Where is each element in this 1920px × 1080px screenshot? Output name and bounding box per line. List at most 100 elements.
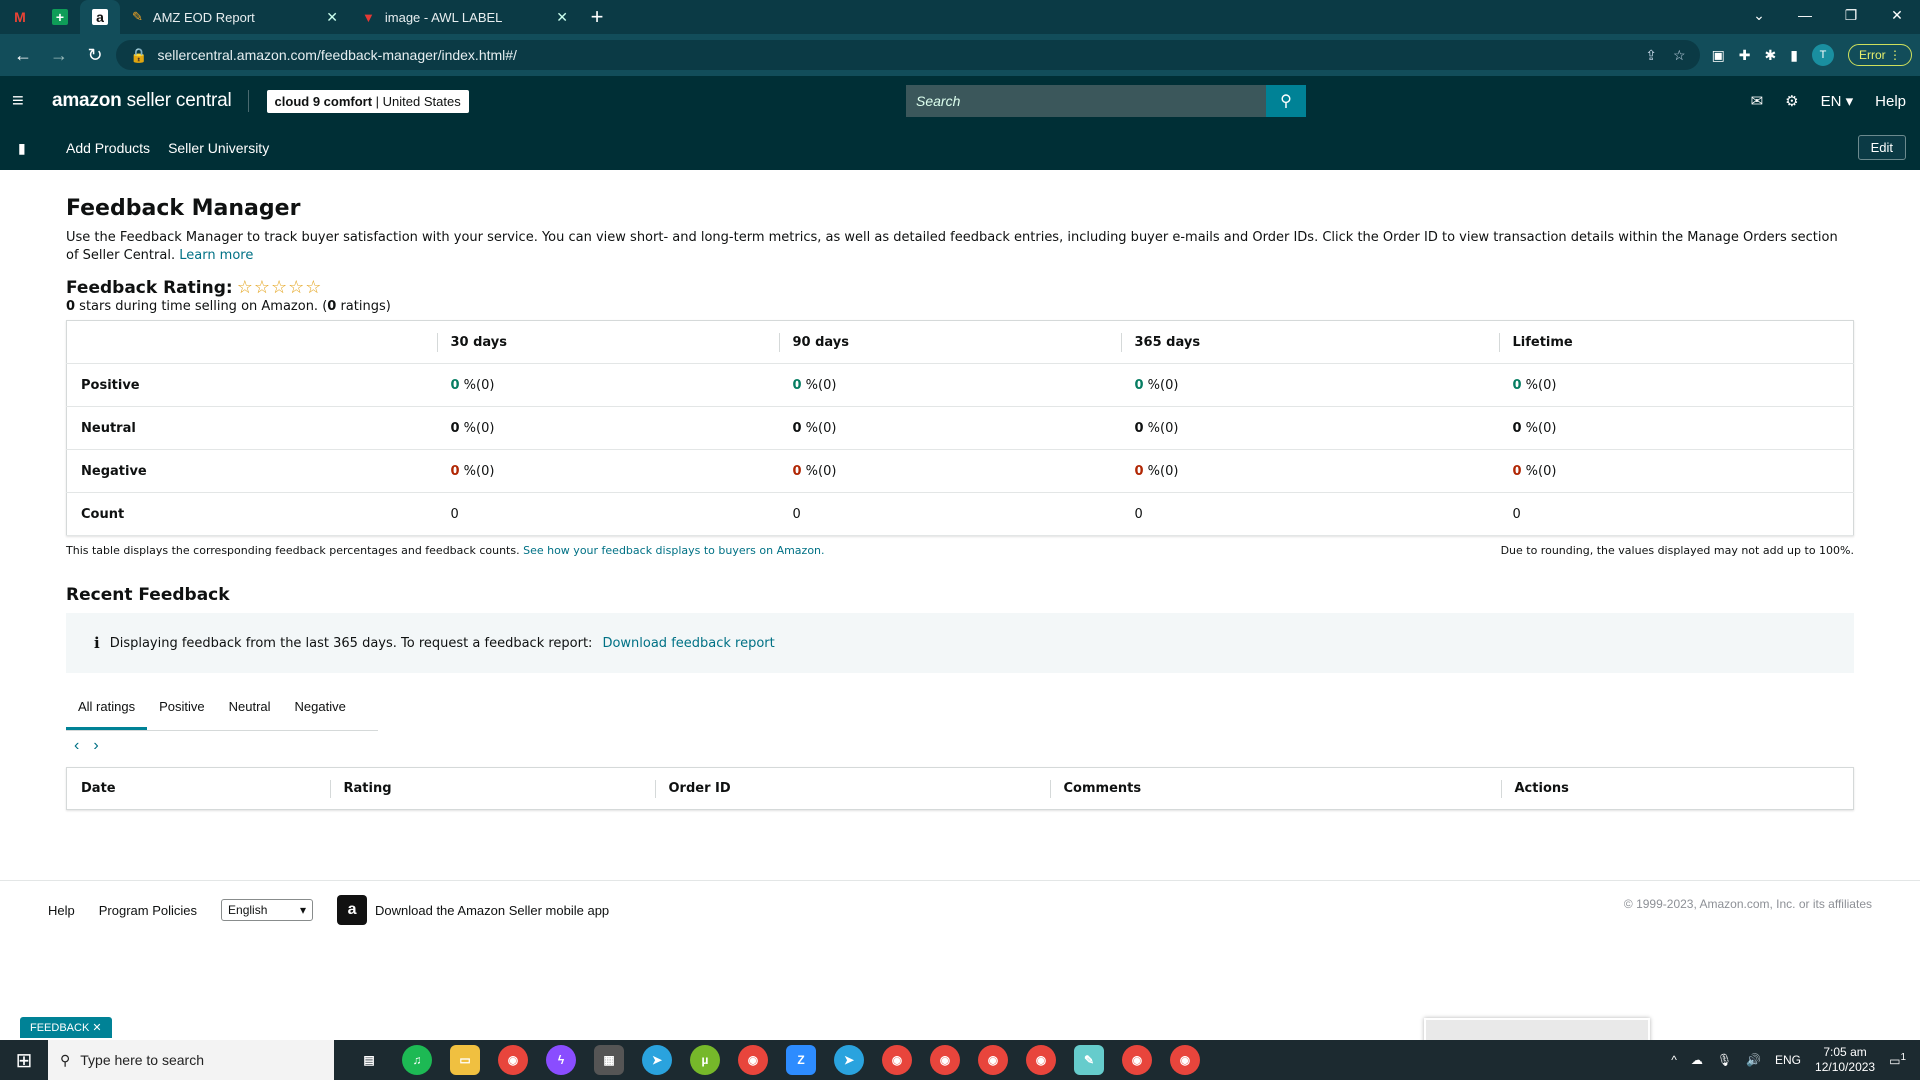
nav-seller-university[interactable]: Seller University [168, 140, 269, 156]
chevron-left-icon[interactable]: ‹ [74, 737, 79, 755]
amazon-pinned-tab[interactable]: a [80, 0, 120, 34]
count-text: %(0) [1143, 463, 1179, 479]
chrome-profile-h-icon[interactable]: ◉ [882, 1045, 912, 1075]
info-text: Displaying feedback from the last 365 da… [109, 635, 593, 651]
header-search: ⚲ [906, 85, 1306, 117]
nav-add-products[interactable]: Add Products [66, 140, 150, 156]
url-bar[interactable]: 🔒 sellercentral.amazon.com/feedback-mana… [116, 40, 1700, 70]
spotify-icon[interactable]: ♫ [402, 1045, 432, 1075]
amazon-app-icon: a [337, 895, 368, 925]
edit-bookmarks-button[interactable]: Edit [1857, 135, 1906, 160]
calculator-icon[interactable]: ▦ [594, 1045, 624, 1075]
tab-image-awl-label[interactable]: ▼ image - AWL LABEL ✕ [350, 0, 580, 34]
task-view-icon[interactable]: ▤ [354, 1045, 384, 1075]
close-icon[interactable]: ✕ [326, 9, 338, 26]
extension-off-icon[interactable]: ▣ [1712, 47, 1725, 64]
profile-avatar[interactable]: T [1811, 44, 1834, 66]
footer-language-select[interactable]: English ▾ [221, 899, 314, 921]
bookmark-star-icon[interactable]: ☆ [1673, 47, 1686, 64]
column-header: 30 days [436, 320, 779, 364]
zoom-icon[interactable]: Z [786, 1045, 816, 1075]
bookmark-icon[interactable]: ▮ [18, 140, 48, 157]
recent-feedback-title: Recent Feedback [66, 585, 230, 605]
reload-icon[interactable]: ↻ [80, 40, 110, 70]
extension-icon[interactable]: ✚ [1739, 47, 1751, 64]
amazon-icon: a [92, 9, 108, 25]
search-icon[interactable]: ⚲ [1266, 85, 1306, 117]
tab-neutral[interactable]: Neutral [217, 691, 283, 730]
gear-icon[interactable]: ⚙ [1785, 92, 1798, 110]
onedrive-icon[interactable]: ☁ [1691, 1053, 1703, 1067]
neutral-value: 0 [450, 420, 460, 436]
empty-header [66, 320, 437, 364]
footer-help-link[interactable]: Help [48, 903, 75, 918]
table-cell: 0 %(0) [778, 363, 1121, 407]
forward-icon[interactable]: → [44, 40, 74, 70]
tab-all-ratings[interactable]: All ratings [66, 691, 148, 730]
puzzle-icon[interactable]: ✱ [1765, 47, 1777, 64]
restore-icon[interactable]: ❐ [1828, 0, 1874, 30]
microphone-icon[interactable]: 🎙 [1717, 1053, 1732, 1067]
language-selector[interactable]: EN ▾ [1821, 92, 1854, 110]
chrome-icon[interactable]: ◉ [498, 1045, 528, 1075]
volume-icon[interactable]: 🔊 [1746, 1053, 1761, 1067]
utorrent-icon[interactable]: µ [690, 1045, 720, 1075]
taskbar-search[interactable]: ⚲ Type here to search [48, 1040, 334, 1080]
messenger-icon[interactable]: ϟ [546, 1045, 576, 1075]
tray-chevron-icon[interactable]: ^ [1671, 1053, 1677, 1067]
column-header-rating[interactable]: Rating [329, 768, 655, 810]
window-close-icon[interactable]: ✕ [1874, 0, 1920, 30]
telegram-alt-icon[interactable]: ➤ [834, 1045, 864, 1075]
language-label: EN [1820, 93, 1842, 110]
account-switcher[interactable]: cloud 9 comfort | United States [266, 89, 469, 113]
table-cell: 0 %(0) [1120, 449, 1499, 493]
search-input[interactable] [906, 85, 1266, 117]
chrome-profile-active-icon[interactable]: ◉ [1170, 1045, 1200, 1075]
chrome-profile-t-icon[interactable]: ◉ [1026, 1045, 1056, 1075]
chrome-profile-c-icon[interactable]: ◉ [978, 1045, 1008, 1075]
buyer-display-link[interactable]: See how your feedback displays to buyers… [523, 544, 824, 557]
tab-negative[interactable]: Negative [283, 691, 358, 730]
file-explorer-icon[interactable]: ▭ [450, 1045, 480, 1075]
hamburger-menu-icon[interactable]: ≡ [12, 90, 52, 113]
help-link[interactable]: Help [1875, 93, 1906, 110]
error-button[interactable]: Error ⋮ [1847, 44, 1912, 66]
star-rating-icon: ☆☆☆☆☆ [236, 277, 323, 298]
chrome-profile-s-icon[interactable]: ◉ [930, 1045, 960, 1075]
chrome-profile-2-icon[interactable]: ◉ [1122, 1045, 1152, 1075]
new-tab-button[interactable]: + [580, 0, 614, 34]
system-clock[interactable]: 7:05 am 12/10/2023 [1815, 1045, 1875, 1075]
column-header-order-id[interactable]: Order ID [654, 768, 1050, 810]
column-header-date[interactable]: Date [67, 768, 330, 810]
table-row: Negative 0 %(0) 0 %(0) 0 %(0) 0 %(0) [66, 449, 1854, 493]
windows-start-icon[interactable]: ⊞ [0, 1048, 48, 1073]
notification-icon[interactable]: ▭1 [1889, 1052, 1906, 1068]
tab-search-icon[interactable]: ⌄ [1736, 0, 1782, 30]
account-name: cloud 9 comfort [274, 93, 373, 109]
mobile-app-link[interactable]: a Download the Amazon Seller mobile app [337, 895, 609, 925]
column-header-actions[interactable]: Actions [1500, 768, 1854, 810]
side-panel-icon[interactable]: ▮ [1790, 47, 1798, 64]
back-icon[interactable]: ← [8, 40, 38, 70]
seller-central-logo[interactable]: amazon seller central [52, 90, 249, 112]
tab-amz-eod-report[interactable]: ✎ AMZ EOD Report ✕ [120, 0, 350, 34]
download-report-link[interactable]: Download feedback report [602, 636, 774, 651]
sheets-pinned-tab[interactable]: + [40, 0, 80, 34]
telegram-icon[interactable]: ➤ [642, 1045, 672, 1075]
tab-positive[interactable]: Positive [147, 691, 217, 730]
learn-more-link[interactable]: Learn more [179, 248, 253, 263]
column-header-comments[interactable]: Comments [1049, 768, 1501, 810]
neutral-value: 0 [1512, 420, 1522, 436]
mail-icon[interactable]: ✉ [1751, 92, 1764, 110]
chrome-profile-icon[interactable]: ◉ [738, 1045, 768, 1075]
notepad-icon[interactable]: ✎ [1074, 1045, 1104, 1075]
close-icon[interactable]: ✕ [556, 9, 568, 26]
chevron-right-icon[interactable]: › [93, 737, 98, 755]
feedback-widget-button[interactable]: FEEDBACK ✕ [20, 1017, 112, 1038]
gmail-pinned-tab[interactable]: M [0, 0, 40, 34]
share-icon[interactable]: ⇪ [1645, 47, 1657, 64]
footer-policies-link[interactable]: Program Policies [99, 903, 197, 918]
minimize-icon[interactable]: — [1782, 0, 1828, 30]
feedback-rating-heading: Feedback Rating: ☆☆☆☆☆ [66, 277, 1854, 298]
input-language[interactable]: ENG [1775, 1053, 1801, 1067]
